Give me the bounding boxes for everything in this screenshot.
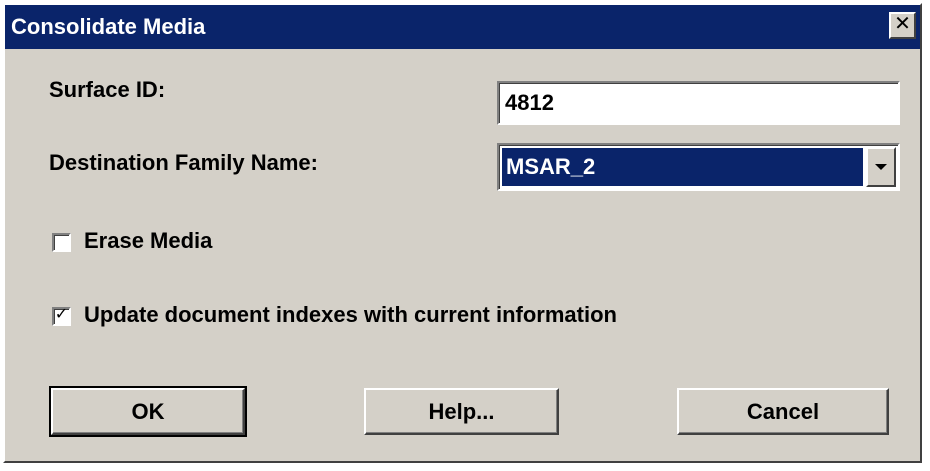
ok-button[interactable]: OK [49,386,247,437]
surface-id-label: Surface ID: [49,77,166,102]
title-bar[interactable]: Consolidate Media ✕ [5,5,920,49]
update-indexes-checkbox[interactable]: ✓ [52,306,71,326]
close-icon: ✕ [894,13,911,35]
erase-media-label[interactable]: Erase Media [84,228,212,254]
surface-id-input[interactable]: 4812 [497,81,900,125]
consolidate-media-dialog: Consolidate Media ✕ Surface ID: 4812 Des… [3,3,922,463]
checkmark-icon [54,231,69,246]
help-button[interactable]: Help... [364,388,559,435]
checkmark-icon: ✓ [54,306,69,323]
cancel-button[interactable]: Cancel [677,388,889,435]
update-indexes-label[interactable]: Update document indexes with current inf… [84,302,617,328]
destination-family-selected-value: MSAR_2 [502,148,863,186]
destination-family-label: Destination Family Name: [49,150,318,175]
erase-media-checkbox[interactable] [52,233,71,252]
close-button[interactable]: ✕ [889,12,916,39]
window-title: Consolidate Media [11,14,206,39]
destination-family-select[interactable]: MSAR_2 [497,143,900,191]
chevron-down-icon[interactable] [866,147,896,187]
